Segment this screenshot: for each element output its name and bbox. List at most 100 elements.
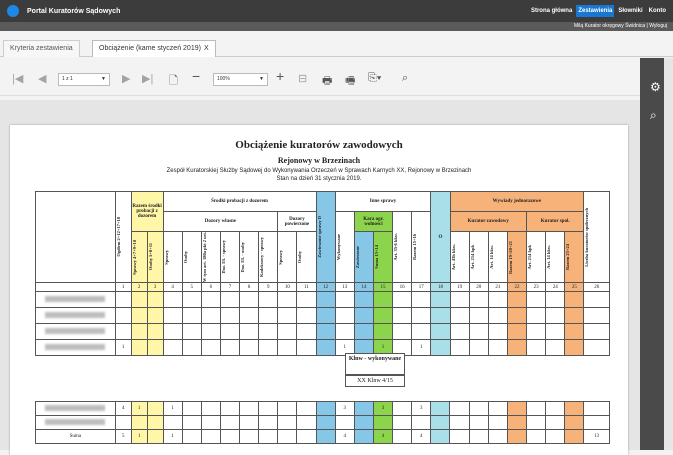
export-icon[interactable]: ⎘▾: [368, 72, 381, 85]
search-icon[interactable]: ⌕: [650, 108, 657, 123]
cell: [506, 401, 527, 416]
tab-report-label: Obciążenie (kame styczeń 2019): [99, 45, 201, 52]
cell: [545, 401, 566, 416]
cell: [506, 291, 528, 309]
cell: [564, 307, 585, 325]
zoom-out-icon[interactable]: −: [192, 68, 200, 84]
cell: [200, 339, 221, 357]
number-cell: 4: [162, 282, 183, 293]
chevron-down-icon: ▼: [101, 76, 106, 82]
nav-home[interactable]: Strona główna: [529, 5, 574, 17]
search-icon[interactable]: ⌕: [402, 72, 408, 85]
number-cell: 18: [430, 282, 451, 293]
cell: [392, 429, 413, 444]
redacted-name: [45, 327, 106, 334]
nav-account[interactable]: Konto: [647, 5, 668, 17]
col-header-label: Kodeksowy - sprawy: [259, 237, 265, 278]
cell: [258, 339, 279, 357]
col-header-label: Sprawy 4+7+9+10: [131, 239, 137, 275]
chevron-down-icon: ▼: [259, 76, 264, 82]
last-page-icon[interactable]: ▶|: [142, 72, 153, 85]
redacted-name: [45, 343, 106, 350]
cell: [564, 401, 585, 416]
number-cell: 24: [545, 282, 566, 293]
col-header-label: Sprawy: [278, 249, 284, 265]
cell: [449, 429, 470, 444]
cell: [219, 401, 241, 416]
cell: [181, 415, 202, 430]
cell: [239, 429, 260, 444]
cell: [146, 415, 164, 430]
col-header-label: Osoby: [182, 250, 188, 264]
next-page-icon[interactable]: ▶: [122, 72, 130, 85]
cell: [181, 339, 202, 357]
cell: [181, 323, 202, 341]
number-cell: 11: [296, 282, 317, 293]
col-header: Sprawy: [162, 230, 183, 284]
tab-criteria[interactable]: Kryteria zestawienia: [3, 40, 80, 57]
zoom-value: 100%: [217, 76, 230, 82]
number-cell: 20: [468, 282, 489, 293]
cell: [130, 307, 148, 325]
cell: [468, 339, 489, 357]
cell: [258, 429, 279, 444]
table-row: 1 111: [35, 339, 610, 357]
cell: [411, 291, 432, 309]
cell: [353, 323, 374, 341]
row-label: [35, 339, 116, 357]
number-cell: 9: [258, 282, 279, 293]
col-header: Art. 214 kpk: [525, 230, 547, 284]
cell: [114, 291, 132, 309]
cell: [392, 323, 413, 341]
table-row: [35, 323, 610, 341]
cell: [296, 339, 317, 357]
zoom-in-icon[interactable]: +: [276, 68, 284, 84]
col-header-label: Art. 43h kkw.: [450, 243, 456, 271]
close-tab-icon[interactable]: X: [204, 45, 209, 52]
cell: [430, 339, 451, 357]
cell: [449, 415, 470, 430]
col-header-label: Suma 13+14: [373, 245, 379, 269]
report-line2: Stan na dzień 31 stycznia 2019.: [276, 176, 362, 182]
cell: [449, 323, 470, 341]
cell: [200, 323, 221, 341]
user-info[interactable]: Milą Kurator okręgowy Świdnica | Wyloguj: [574, 23, 667, 29]
table-row: [35, 291, 610, 309]
document-icon[interactable]: 🗋: [169, 72, 178, 91]
cell: 3: [411, 401, 432, 416]
zoom-selector[interactable]: 100% ▼: [213, 73, 268, 86]
cell: [146, 291, 164, 309]
number-cell: 10: [277, 282, 298, 293]
cell: [200, 415, 221, 430]
prev-page-icon[interactable]: ◀: [38, 72, 46, 85]
redacted-name: [45, 311, 106, 318]
cell: [258, 401, 279, 416]
cell: 3: [334, 401, 355, 416]
print-layout-icon[interactable]: 🖷: [345, 72, 355, 91]
fit-page-icon[interactable]: ⊟: [298, 72, 307, 85]
app-title[interactable]: Portal Kuratorów Sądowych: [27, 8, 120, 15]
nav-dictionaries[interactable]: Słowniki: [616, 5, 644, 17]
gear-icon[interactable]: ⚙: [650, 80, 661, 94]
portal-logo-icon[interactable]: [7, 5, 19, 17]
cell: 1: [411, 339, 432, 357]
tab-bar: Kryteria zestawienia Obciążenie (kame st…: [0, 35, 673, 57]
col-header: Razem 23+24: [564, 230, 585, 284]
vertical-scrollbar[interactable]: [664, 58, 673, 450]
cell: 3: [372, 401, 394, 416]
cell: 1: [114, 339, 132, 357]
cell: [353, 429, 374, 444]
tab-report[interactable]: Obciążenie (kame styczeń 2019) X: [92, 40, 216, 57]
nav-reports[interactable]: Zestawienia: [576, 5, 615, 17]
cell: 4: [411, 429, 432, 444]
col-header: Wykonywane: [334, 210, 355, 284]
print-icon[interactable]: 🖶: [322, 72, 332, 91]
number-cell: 14: [353, 282, 374, 293]
page-selector[interactable]: 1 z 1 ▼: [58, 73, 110, 86]
cell: [130, 291, 148, 309]
cell: [162, 307, 183, 325]
col-header-label: Zawieszone: [354, 245, 360, 269]
first-page-icon[interactable]: |◀: [12, 72, 23, 85]
report-table: Ogółem 2+12+17+18 Razem środki probacji …: [35, 190, 610, 357]
cell: [487, 291, 508, 309]
